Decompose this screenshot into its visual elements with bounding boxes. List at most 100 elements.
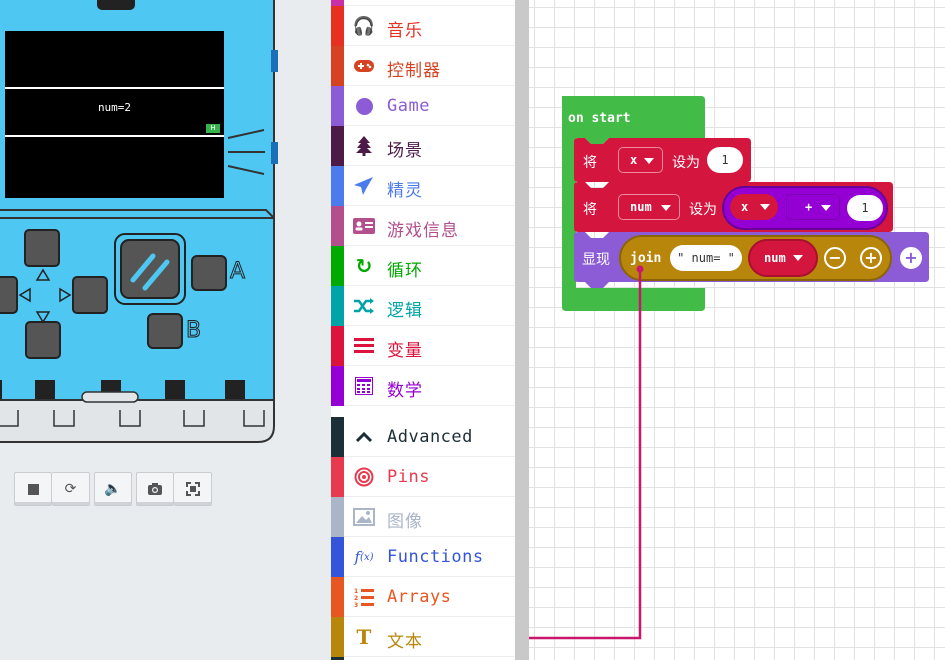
category-arrays[interactable]: 123 Arrays: [331, 577, 515, 617]
category-color-bar: [331, 246, 344, 286]
stop-icon: [27, 483, 39, 495]
remove-argument-icon[interactable]: −: [824, 247, 846, 269]
category-label: Arrays: [387, 587, 452, 607]
category-color-bar: [331, 617, 344, 657]
category-color-bar: [331, 497, 344, 537]
add-argument-icon[interactable]: +: [860, 247, 882, 269]
expand-block-icon[interactable]: +: [900, 247, 922, 269]
category-color-bar: [331, 457, 344, 497]
toolbox-separator: [331, 408, 515, 412]
variable-dropdown-num[interactable]: num: [618, 194, 680, 220]
category-music[interactable]: 🎧 音乐: [331, 6, 515, 46]
category-variables[interactable]: 变量: [331, 326, 515, 366]
category-color-bar: [331, 206, 344, 246]
category-color-bar: [331, 86, 344, 126]
category-label: 循环: [387, 261, 423, 281]
category-loops[interactable]: ↻ 循环: [331, 246, 515, 286]
category-label: 控制器: [387, 61, 441, 81]
category-color-bar: [331, 326, 344, 366]
category-label: 文本: [387, 632, 423, 652]
game-simulator: num=2 H A B ⟳ 🔈: [0, 0, 331, 660]
category-sprites[interactable]: 精灵: [331, 166, 515, 206]
svg-text:3: 3: [354, 602, 358, 607]
set-keyword: 将: [583, 202, 597, 218]
category-color-bar: [331, 6, 344, 46]
fullscreen-icon: [185, 482, 200, 496]
category-color-bar: [331, 366, 344, 406]
category-label: 音乐: [387, 21, 423, 41]
mute-button[interactable]: 🔈: [94, 472, 132, 506]
category-logic[interactable]: 逻辑: [331, 286, 515, 326]
toolbox-scrollbar[interactable]: [515, 0, 529, 660]
screenshot-button[interactable]: [136, 472, 174, 506]
category-functions[interactable]: f (x) Functions: [331, 537, 515, 577]
category-controller[interactable]: 控制器: [331, 46, 515, 86]
game-screen: num=2 H: [5, 31, 224, 198]
category-advanced[interactable]: Advanced: [331, 417, 515, 457]
set-to-label: 设为: [672, 155, 700, 171]
category-label: Advanced: [387, 427, 473, 447]
variable-dropdown-x[interactable]: x: [618, 147, 663, 173]
numbered-list-icon: 123: [352, 586, 376, 608]
speaker-icon: 🔈: [104, 481, 122, 497]
category-label: 变量: [387, 341, 423, 361]
refresh-icon: ↻: [355, 254, 373, 278]
svg-text:1: 1: [354, 588, 358, 595]
category-math[interactable]: 数学: [331, 366, 515, 406]
number-input-2[interactable]: 1: [847, 195, 883, 221]
paper-plane-icon: [352, 175, 376, 197]
category-scene[interactable]: 场景: [331, 126, 515, 166]
category-pins[interactable]: Pins: [331, 457, 515, 497]
button-a-label: A: [229, 259, 246, 285]
category-color-bar: [331, 417, 344, 457]
category-label: 游戏信息: [387, 221, 459, 241]
join-label: join: [630, 251, 662, 266]
category-text[interactable]: T 文本: [331, 617, 515, 657]
category-label: Pins: [387, 467, 430, 487]
block-shapes: [529, 96, 929, 640]
headphones-icon: 🎧: [352, 15, 376, 37]
category-color-bar: [331, 166, 344, 206]
variable-reporter-num[interactable]: num: [755, 245, 811, 271]
category-color-bar: [331, 577, 344, 617]
calculator-icon: [352, 375, 376, 397]
category-images[interactable]: 图像: [331, 497, 515, 537]
stop-button[interactable]: [14, 472, 52, 506]
image-icon: [352, 506, 376, 528]
category-label: 图像: [387, 512, 423, 532]
screen-text: num=2: [97, 101, 132, 114]
toolbox: 🎧 音乐 控制器 Game 场景 精灵 游戏信息 ↻ 循环 逻辑 变量 数学 A…: [331, 0, 515, 660]
category-label: 逻辑: [387, 301, 423, 321]
simulator-toolbar: ⟳ 🔈: [14, 472, 212, 506]
variable-reporter-x[interactable]: x: [730, 194, 778, 220]
show-keyword: 显现: [582, 252, 610, 268]
category-color-bar: [331, 46, 344, 86]
camera-icon: [148, 483, 162, 495]
gamepad-icon: [352, 55, 376, 77]
tree-icon: [352, 135, 376, 157]
refresh-icon: ⟳: [64, 481, 77, 497]
category-info[interactable]: 游戏信息: [331, 206, 515, 246]
shuffle-icon: [352, 295, 376, 317]
number-input-1[interactable]: 1: [707, 147, 743, 173]
set-to-label: 设为: [689, 202, 717, 218]
list-icon: [352, 335, 376, 357]
chevron-up-icon: [352, 426, 376, 448]
fullscreen-button[interactable]: [174, 472, 212, 506]
button-b-label: B: [185, 318, 202, 344]
category-color-bar: [331, 286, 344, 326]
category-game[interactable]: Game: [331, 86, 515, 126]
category-color-bar: [331, 126, 344, 166]
battery-indicator-icon: H: [206, 124, 220, 133]
category-label: Game: [387, 96, 430, 116]
string-input[interactable]: " num= ": [670, 245, 742, 271]
target-icon: [352, 466, 376, 488]
category-label: 精灵: [387, 181, 423, 201]
on-start-label[interactable]: on start: [568, 111, 631, 126]
blocks-workspace[interactable]: on start 将 x 设为 1 将 num 设为 x + 1 显现 join…: [529, 0, 945, 660]
id-card-icon: [352, 215, 376, 237]
operator-dropdown[interactable]: +: [786, 194, 840, 220]
restart-button[interactable]: ⟳: [52, 472, 90, 506]
category-color-bar: [331, 537, 344, 577]
category-label: 数学: [387, 381, 423, 401]
